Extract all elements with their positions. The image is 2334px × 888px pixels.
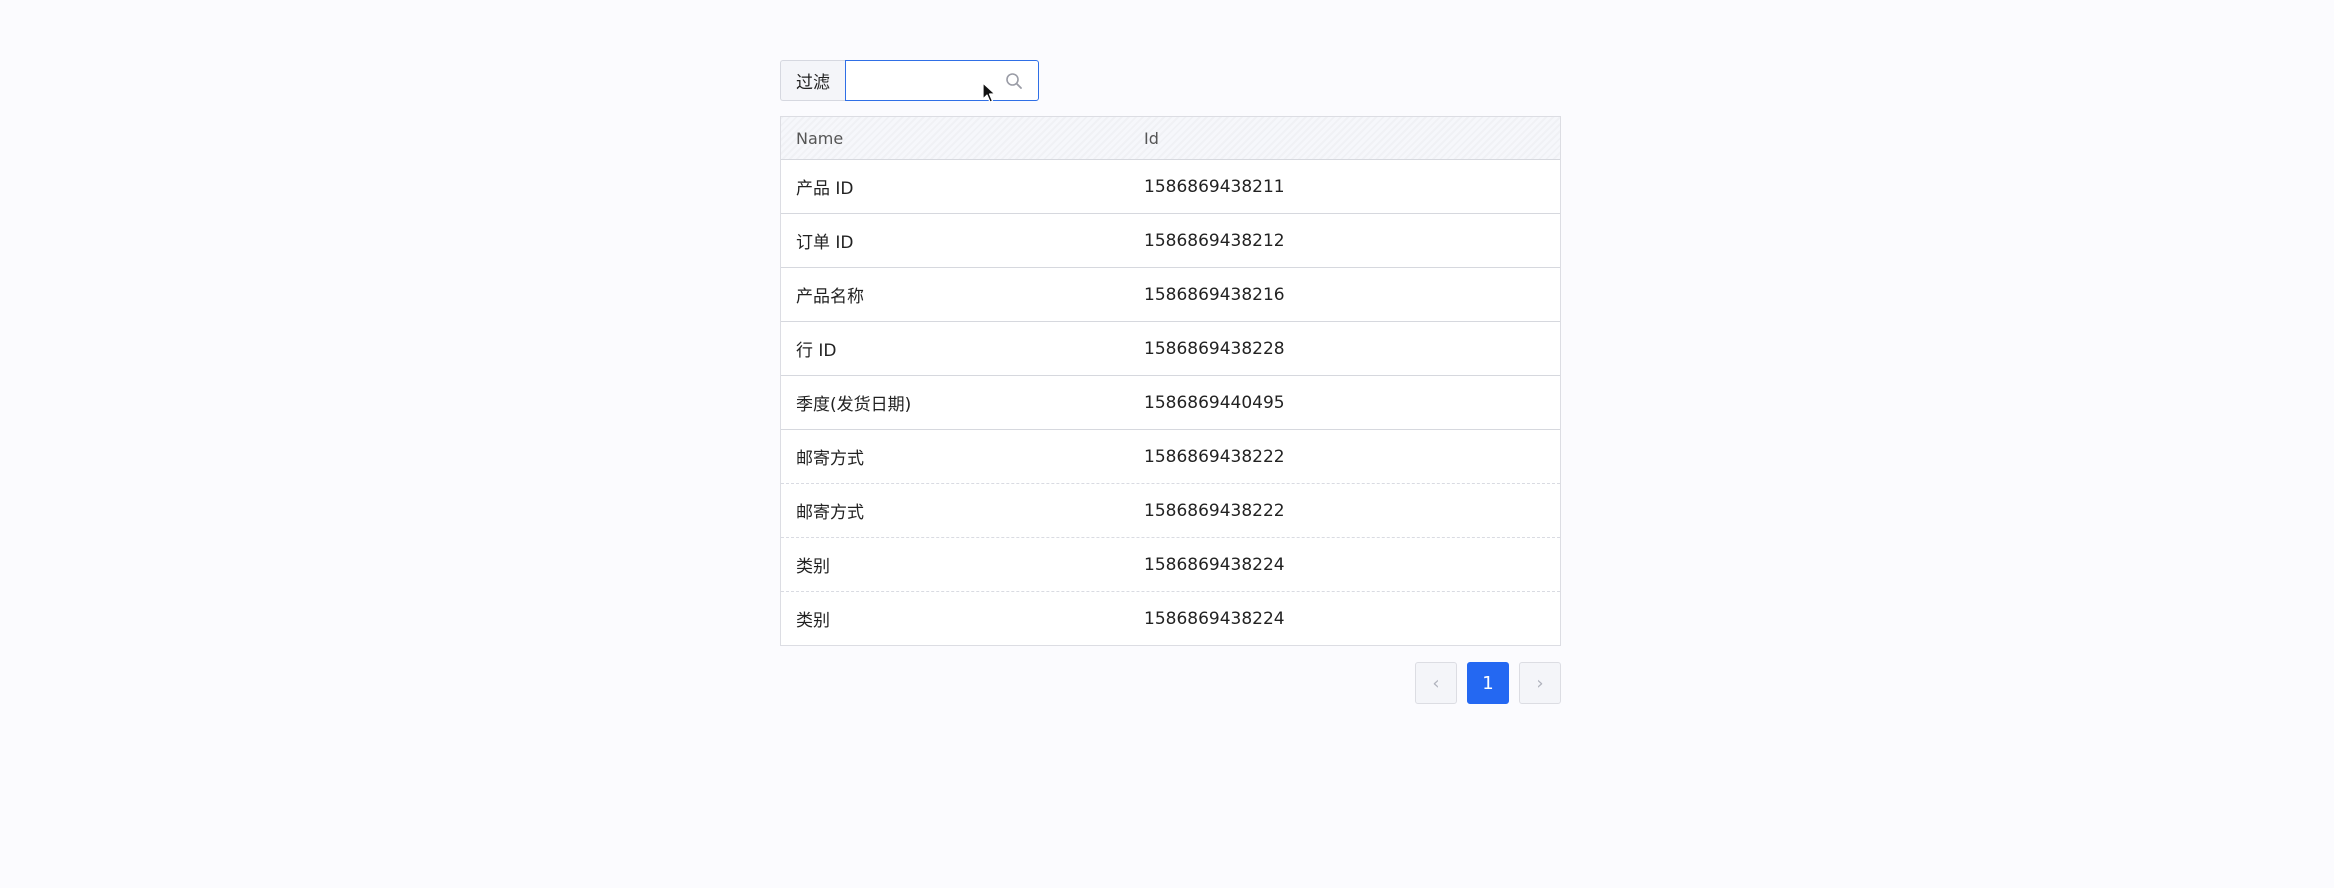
cell-id: 1586869438216 xyxy=(1144,284,1285,305)
pagination: ‹ 1 › xyxy=(780,662,1561,704)
cell-id: 1586869438228 xyxy=(1144,338,1285,359)
chevron-right-icon: › xyxy=(1536,672,1544,694)
table-row[interactable]: 产品 ID 1586869438211 xyxy=(781,160,1560,214)
cell-name: 产品名称 xyxy=(796,287,864,307)
cell-name: 类别 xyxy=(796,557,830,577)
table-row[interactable]: 季度(发货日期) 1586869440495 xyxy=(781,376,1560,430)
table-row[interactable]: 行 ID 1586869438228 xyxy=(781,322,1560,376)
table-row[interactable]: 产品名称 1586869438216 xyxy=(781,268,1560,322)
cell-name: 类别 xyxy=(796,611,830,631)
table-row[interactable]: 邮寄方式 1586869438222 xyxy=(781,484,1560,538)
cell-name: 行 ID xyxy=(796,341,837,361)
table-row[interactable]: 类别 1586869438224 xyxy=(781,592,1560,645)
cell-id: 1586869440495 xyxy=(1144,392,1285,413)
cell-name: 邮寄方式 xyxy=(796,449,864,469)
page-content: 过滤 Name Id 产品 ID 1586869438211 订单 ID 158… xyxy=(780,60,1561,704)
filter-input-wrapper[interactable] xyxy=(845,60,1039,103)
chevron-left-icon: ‹ xyxy=(1432,672,1440,694)
table-row[interactable]: 类别 1586869438224 xyxy=(781,538,1560,592)
cell-id: 1586869438212 xyxy=(1144,230,1285,251)
cell-id: 1586869438222 xyxy=(1144,500,1285,521)
cell-name: 产品 ID xyxy=(796,179,854,199)
table-row[interactable]: 订单 ID 1586869438212 xyxy=(781,214,1560,268)
cell-id: 1586869438224 xyxy=(1144,608,1285,629)
page-button-current[interactable]: 1 xyxy=(1467,662,1509,704)
cell-name: 季度(发货日期) xyxy=(796,395,912,415)
filter-label: 过滤 xyxy=(780,60,845,101)
cell-id: 1586869438222 xyxy=(1144,446,1285,467)
table-row[interactable]: 邮寄方式 1586869438222 xyxy=(781,430,1560,484)
cell-id: 1586869438224 xyxy=(1144,554,1285,575)
cell-name: 邮寄方式 xyxy=(796,503,864,523)
cell-name: 订单 ID xyxy=(796,233,854,253)
cell-id: 1586869438211 xyxy=(1144,176,1285,197)
column-header-id[interactable]: Id xyxy=(1144,129,1560,148)
table-header: Name Id xyxy=(781,117,1560,160)
data-table: Name Id 产品 ID 1586869438211 订单 ID 158686… xyxy=(780,116,1561,646)
filter-bar: 过滤 xyxy=(780,60,1561,103)
search-icon[interactable] xyxy=(1004,71,1024,91)
prev-page-button[interactable]: ‹ xyxy=(1415,662,1457,704)
next-page-button[interactable]: › xyxy=(1519,662,1561,704)
column-header-name[interactable]: Name xyxy=(781,129,1144,148)
